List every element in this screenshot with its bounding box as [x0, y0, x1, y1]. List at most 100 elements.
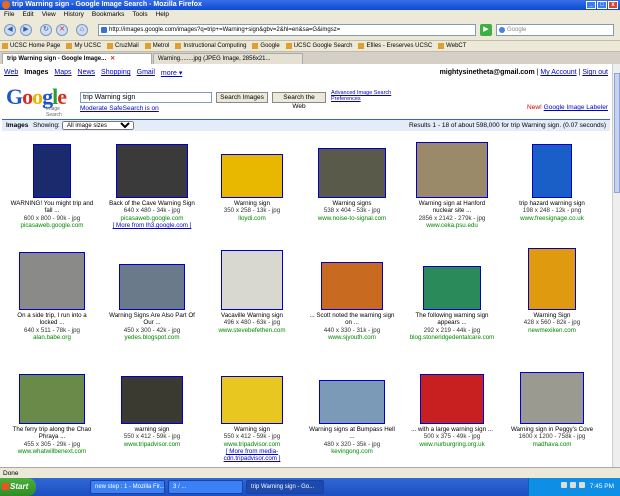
result-caption[interactable]: Back of the Cave Warning Sign: [108, 200, 196, 207]
result-caption[interactable]: Vacaville Warning sign: [208, 312, 296, 319]
result-thumbnail[interactable]: [33, 144, 71, 198]
browser-search-input[interactable]: Google: [496, 24, 614, 36]
maximize-button[interactable]: □: [597, 1, 607, 9]
bookmark-item[interactable]: UCSC Google Search: [285, 41, 352, 51]
go-arrow-icon[interactable]: ▶: [480, 24, 492, 36]
result-caption[interactable]: Warning Sign: [508, 312, 596, 319]
back-arrow-icon[interactable]: ◀: [4, 24, 16, 36]
result-caption[interactable]: warning sign: [108, 426, 196, 433]
result-thumbnail[interactable]: [416, 142, 488, 198]
result-thumbnail[interactable]: [19, 252, 85, 310]
image-result[interactable]: ... Scott noted the warning sign on ... 4…: [308, 248, 396, 341]
stop-icon[interactable]: ✕: [56, 24, 68, 36]
menu-edit[interactable]: Edit: [22, 10, 33, 20]
image-result[interactable]: Warning sign 350 x 258 - 13k - jpg lloydi.…: [208, 136, 296, 222]
bookmark-item[interactable]: WebCT: [438, 41, 466, 51]
gbar-gmail[interactable]: Gmail: [137, 69, 155, 77]
my-account-link[interactable]: My Account: [540, 69, 576, 76]
result-caption[interactable]: ... with a large warning sign ...: [408, 426, 496, 433]
bookmark-item[interactable]: UCSC Home Page: [2, 41, 60, 51]
bookmark-item[interactable]: Instructional Computing: [175, 41, 246, 51]
gbar-maps[interactable]: Maps: [54, 69, 71, 77]
tray-icon[interactable]: [578, 482, 585, 488]
gbar-more[interactable]: more ▾: [161, 69, 182, 77]
image-result[interactable]: Back of the Cave Warning Sign 640 x 480 -…: [108, 136, 196, 229]
result-caption[interactable]: The following warning sign appears ...: [408, 312, 496, 327]
home-icon[interactable]: ⌂: [76, 24, 88, 36]
image-result[interactable]: trip hazard warning sign 198 x 248 - 12k …: [508, 136, 596, 222]
query-input[interactable]: trip Warning sign: [80, 92, 212, 103]
close-window-button[interactable]: x: [608, 1, 618, 9]
bookmark-item[interactable]: Metrol: [144, 41, 169, 51]
result-caption[interactable]: Warning Signs Are Also Part Of Our ...: [108, 312, 196, 327]
tab-jpeg-image[interactable]: Warning........jpg (JPEG Image, 2856x21.…: [153, 53, 303, 64]
gbar-news[interactable]: News: [78, 69, 96, 77]
result-thumbnail[interactable]: [19, 374, 85, 424]
result-caption[interactable]: Warning signs at Bumpass Hell ...: [308, 426, 396, 441]
taskbar-item[interactable]: 3 / ...: [168, 480, 243, 494]
menu-view[interactable]: View: [42, 10, 56, 20]
image-result[interactable]: ... with a large warning sign ... 500 x 3…: [408, 362, 496, 448]
safesearch-link[interactable]: Moderate SafeSearch is on: [80, 105, 159, 112]
result-thumbnail[interactable]: [423, 266, 481, 310]
result-thumbnail[interactable]: [321, 262, 383, 310]
result-thumbnail[interactable]: [221, 250, 283, 310]
bookmark-item[interactable]: CruzMail: [107, 41, 139, 51]
reload-icon[interactable]: ↻: [40, 24, 52, 36]
vertical-scrollbar[interactable]: [612, 64, 620, 467]
image-result[interactable]: Vacaville Warning sign 496 x 480 - 63k - …: [208, 248, 296, 334]
search-images-button[interactable]: Search Images: [216, 92, 268, 103]
image-result[interactable]: Warning sign 550 x 412 - 59k - jpg www.tri…: [208, 362, 296, 462]
result-caption[interactable]: On a side trip, I run into a locked ...: [8, 312, 96, 327]
result-thumbnail[interactable]: [121, 376, 183, 424]
result-caption[interactable]: Warning sign: [208, 426, 296, 433]
tab-image-search[interactable]: trip Warning sign - Google Image... ✕: [2, 53, 152, 64]
sign-out-link[interactable]: Sign out: [582, 69, 608, 76]
result-thumbnail[interactable]: [221, 376, 283, 424]
result-thumbnail[interactable]: [318, 148, 386, 198]
image-result[interactable]: The following warning sign appears ... 29…: [408, 248, 496, 341]
gbar-shopping[interactable]: Shopping: [101, 69, 131, 77]
result-caption[interactable]: Warning sign: [208, 200, 296, 207]
image-result[interactable]: Warning sign in Peggy's Cove 1600 x 1200 …: [508, 362, 596, 448]
image-result[interactable]: Warning signs 538 x 404 - 53k - jpg www.no…: [308, 136, 396, 222]
image-result[interactable]: Warning sign at Hanford nuclear site ...…: [408, 136, 496, 229]
gbar-web[interactable]: Web: [4, 69, 18, 77]
close-tab-icon[interactable]: ✕: [110, 56, 115, 62]
image-labeler-link[interactable]: Google Image Labeler: [544, 104, 608, 111]
menu-history[interactable]: History: [64, 10, 84, 20]
bookmark-item[interactable]: My UCSC: [66, 41, 101, 51]
tray-icon[interactable]: [569, 482, 576, 488]
result-caption[interactable]: trip hazard warning sign: [508, 200, 596, 207]
result-thumbnail[interactable]: [116, 144, 188, 198]
bookmark-item[interactable]: Efiles - Ereserves UCSC: [358, 41, 432, 51]
result-thumbnail[interactable]: [532, 144, 572, 198]
result-thumbnail[interactable]: [221, 154, 283, 198]
result-caption[interactable]: ... Scott noted the warning sign on ...: [308, 312, 396, 327]
result-thumbnail[interactable]: [420, 374, 484, 424]
more-from-link[interactable]: [ More from lh3.google.com ]: [108, 222, 196, 229]
forward-arrow-icon[interactable]: ▶: [20, 24, 32, 36]
result-caption[interactable]: Warning signs: [308, 200, 396, 207]
google-logo[interactable]: Google Image Search: [6, 84, 67, 118]
search-web-button[interactable]: Search the Web: [272, 92, 326, 110]
result-caption[interactable]: The ferry trip along the Chao Phraya ...: [8, 426, 96, 441]
scrollbar-thumb[interactable]: [614, 73, 620, 193]
result-thumbnail[interactable]: [319, 380, 385, 424]
result-caption[interactable]: Warning sign at Hanford nuclear site ...: [408, 200, 496, 215]
result-caption[interactable]: Warning sign in Peggy's Cove: [508, 426, 596, 433]
menu-help[interactable]: Help: [156, 10, 169, 20]
preferences-link[interactable]: Preferences: [331, 96, 391, 102]
menu-tools[interactable]: Tools: [132, 10, 147, 20]
result-thumbnail[interactable]: [119, 264, 185, 310]
taskbar-item-active[interactable]: trip Warning sign - Go...: [246, 480, 324, 494]
url-bar[interactable]: http://images.google.com/images?q=trip+=…: [98, 24, 476, 36]
taskbar-item[interactable]: new step : 1 - Mozilla Fir...: [90, 480, 165, 494]
start-button[interactable]: Start: [0, 478, 36, 496]
more-from-link[interactable]: [ More from media-cdn.tripadvisor.com ]: [208, 448, 296, 463]
minimize-button[interactable]: _: [586, 1, 596, 9]
image-result[interactable]: Warning Sign 428 x 560 - 82k - jpg newmexi…: [508, 248, 596, 334]
image-result[interactable]: WARNING! You might trip and fall ... 600 …: [8, 136, 96, 229]
image-result[interactable]: On a side trip, I run into a locked ... 6…: [8, 248, 96, 341]
tray-icon[interactable]: [560, 482, 567, 488]
